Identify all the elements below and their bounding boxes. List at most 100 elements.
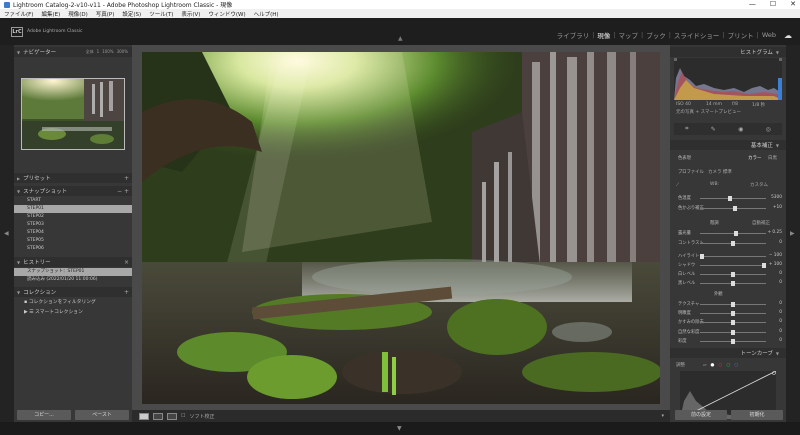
left-arrow-icon[interactable]: ◀	[4, 230, 9, 237]
profile-dropdown[interactable]: カメラ 標準	[708, 169, 732, 175]
slider-knob[interactable]	[728, 196, 732, 201]
snapshot-item[interactable]: STEP06	[14, 245, 132, 253]
histogram-chart[interactable]	[674, 58, 782, 100]
whites-value[interactable]: 0	[779, 271, 782, 276]
dehaze-slider[interactable]	[700, 320, 766, 325]
close-button[interactable]: ✕	[790, 0, 796, 9]
clear-history-icon[interactable]: ×	[124, 259, 129, 266]
redeye-icon[interactable]: ◉	[738, 126, 743, 133]
collections-header[interactable]: ▼ コレクション +	[14, 287, 132, 297]
filmstrip-toggle-strip[interactable]: ▼	[0, 422, 800, 435]
top-panel-arrow-icon[interactable]: ▲	[398, 35, 403, 42]
snapshot-item[interactable]: START	[14, 197, 132, 205]
snapshot-item[interactable]: STEP03	[14, 221, 132, 229]
clarity-value[interactable]: 0	[779, 310, 782, 315]
green-channel-icon[interactable]: ○	[726, 363, 730, 368]
shadows-slider[interactable]	[700, 263, 766, 268]
whites-slider[interactable]	[700, 272, 766, 277]
right-arrow-icon[interactable]: ▶	[790, 230, 795, 237]
treatment-bw-option[interactable]: 白黒	[768, 155, 777, 161]
treatment-color-option[interactable]: カラー	[748, 155, 762, 161]
crop-tool-icon[interactable]: ⌗	[685, 125, 688, 133]
module-develop[interactable]: 現像	[594, 30, 613, 40]
tone-auto-button[interactable]: 自動補正	[752, 220, 770, 226]
menu-tools[interactable]: ツール(T)	[149, 10, 173, 18]
softproof-checkbox[interactable]: ☐	[181, 413, 185, 419]
slider-knob[interactable]	[700, 254, 704, 259]
red-channel-icon[interactable]: ○	[718, 363, 722, 368]
slider-knob[interactable]	[733, 206, 737, 211]
temp-value[interactable]: 5300	[771, 195, 782, 200]
menu-help[interactable]: ヘルプ(H)	[254, 10, 279, 18]
shadows-value[interactable]: + 100	[769, 262, 782, 267]
add-preset-icon[interactable]: +	[124, 175, 129, 182]
history-header[interactable]: ▼ ヒストリー ×	[14, 257, 132, 267]
contrast-value[interactable]: 0	[779, 240, 782, 245]
module-book[interactable]: ブック	[643, 30, 669, 40]
zoom-300[interactable]: 300%	[117, 49, 128, 55]
slider-knob[interactable]	[731, 302, 735, 307]
collection-filter[interactable]: ▪ コレクションをフィルタリング	[14, 298, 132, 308]
reset-button[interactable]: 初期化	[731, 410, 783, 420]
menu-file[interactable]: ファイル(F)	[4, 10, 33, 18]
saturation-value[interactable]: 0	[779, 338, 782, 343]
history-item[interactable]: 読み込み (2022/01/20 11:00:06)	[14, 276, 132, 284]
menu-view[interactable]: 表示(V)	[181, 10, 200, 18]
module-slideshow[interactable]: スライドショー	[671, 30, 723, 40]
clarity-slider[interactable]	[700, 311, 766, 316]
slider-knob[interactable]	[731, 311, 735, 316]
spot-removal-icon[interactable]: ✎	[711, 126, 716, 133]
slider-knob[interactable]	[731, 330, 735, 335]
copy-button[interactable]: コピー...	[17, 410, 71, 420]
snapshot-item[interactable]: STEP05	[14, 237, 132, 245]
navigator-thumbnail[interactable]	[21, 78, 125, 150]
mask-icon[interactable]: ◎	[766, 126, 771, 133]
highlights-slider[interactable]	[700, 254, 766, 259]
blacks-slider[interactable]	[700, 281, 766, 286]
toolbar-menu-icon[interactable]: ▾	[661, 413, 664, 419]
snapshot-item[interactable]: STEP02	[14, 213, 132, 221]
temp-slider[interactable]	[700, 196, 766, 201]
module-web[interactable]: Web	[759, 31, 779, 39]
cloud-icon[interactable]: ☁	[784, 31, 792, 40]
maximize-button[interactable]: ☐	[770, 0, 776, 9]
history-item[interactable]: スナップショット：STEP01	[14, 268, 132, 276]
dehaze-value[interactable]: 0	[779, 319, 782, 324]
tint-value[interactable]: +10	[773, 205, 782, 210]
exposure-slider[interactable]	[700, 231, 766, 236]
highlights-value[interactable]: − 100	[769, 253, 782, 258]
menu-edit[interactable]: 編集(E)	[41, 10, 60, 18]
texture-value[interactable]: 0	[779, 301, 782, 306]
snapshots-header[interactable]: ▼ スナップショット − +	[14, 186, 132, 196]
parametric-curve-icon[interactable]: ▱	[703, 363, 706, 368]
blue-channel-icon[interactable]: ○	[734, 363, 738, 368]
navigator-header[interactable]: ▼ ナビゲーター 全体 1 100% 300%	[14, 47, 132, 57]
paste-button[interactable]: ペースト	[75, 410, 129, 420]
slider-knob[interactable]	[731, 339, 735, 344]
before-after-toggle-button[interactable]	[167, 412, 177, 420]
loupe-view-button[interactable]	[139, 412, 149, 420]
contrast-slider[interactable]	[700, 241, 766, 246]
before-after-button[interactable]	[153, 412, 163, 420]
blacks-value[interactable]: 0	[779, 280, 782, 285]
presets-header[interactable]: ▶ プリセット +	[14, 173, 132, 183]
smart-collections-item[interactable]: ▶ ☰ スマートコレクション	[14, 308, 132, 318]
slider-knob[interactable]	[762, 263, 766, 268]
tint-slider[interactable]	[700, 206, 766, 211]
exposure-value[interactable]: + 0.25	[767, 230, 782, 235]
snapshot-add-remove-icon[interactable]: − +	[117, 188, 129, 195]
snapshot-item[interactable]: STEP04	[14, 229, 132, 237]
snapshot-item[interactable]: STEP01	[14, 205, 132, 213]
slider-knob[interactable]	[731, 281, 735, 286]
main-photo[interactable]	[142, 52, 660, 404]
wb-eyedropper-icon[interactable]: ⟋	[676, 182, 679, 188]
vibrance-slider[interactable]	[700, 330, 766, 335]
zoom-100[interactable]: 100%	[102, 49, 113, 55]
module-library[interactable]: ライブラリ	[554, 30, 593, 40]
tonecurve-header[interactable]: トーンカーブ ▼	[670, 348, 786, 358]
point-curve-white-icon[interactable]: ●	[710, 363, 714, 368]
slider-knob[interactable]	[731, 241, 735, 246]
slider-knob[interactable]	[734, 231, 738, 236]
bottom-arrow-icon[interactable]: ▼	[397, 425, 402, 432]
module-print[interactable]: プリント	[725, 30, 757, 40]
